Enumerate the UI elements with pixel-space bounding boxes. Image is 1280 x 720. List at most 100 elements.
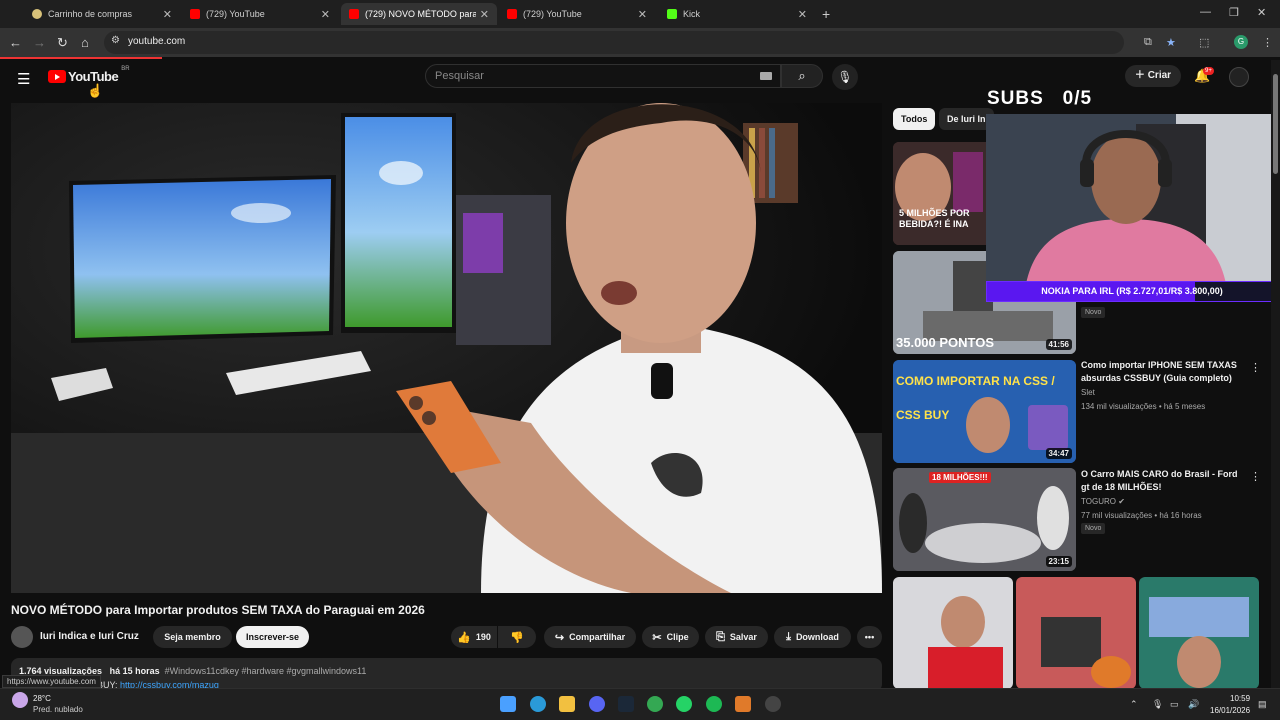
- shorts-thumbnail[interactable]: [1139, 577, 1259, 689]
- install-app-icon[interactable]: ⧉: [1144, 36, 1152, 49]
- edge-icon[interactable]: [530, 696, 546, 712]
- weather-description[interactable]: Pred. nublado: [33, 705, 83, 714]
- microphone-tray-icon[interactable]: 🎙: [1152, 699, 1163, 710]
- weather-temperature[interactable]: 28°C: [33, 694, 51, 703]
- spotify-icon[interactable]: [706, 696, 722, 712]
- clip-button[interactable]: ✂ Clipe: [642, 626, 699, 648]
- minimize-icon[interactable]: —: [1200, 6, 1211, 18]
- related-meta: 77 mil visualizações • há 16 horas: [1081, 511, 1202, 520]
- restore-icon[interactable]: ❐: [1229, 6, 1239, 19]
- related-thumbnail[interactable]: COMO IMPORTAR NA CSS / CSS BUY 34:47: [893, 360, 1076, 463]
- upload-age: há 15 horas: [109, 666, 160, 676]
- discord-icon[interactable]: [589, 696, 605, 712]
- search-input[interactable]: Pesquisar: [425, 64, 781, 88]
- browser-tab-active[interactable]: (729) NOVO MÉTODO para Imp ✕: [341, 3, 497, 25]
- tab-title: Kick: [683, 9, 701, 19]
- weather-icon[interactable]: [12, 692, 28, 708]
- file-explorer-icon[interactable]: [559, 696, 575, 712]
- steam-icon[interactable]: [618, 696, 634, 712]
- close-tab-icon[interactable]: ✕: [638, 8, 647, 21]
- voice-search-button[interactable]: 🎙: [832, 64, 858, 90]
- subscribe-button[interactable]: Inscrever-se: [236, 626, 309, 648]
- mouse-pointer-icon: ☝: [87, 83, 104, 98]
- address-bar[interactable]: ⚙ youtube.com: [104, 31, 1124, 54]
- donation-goal-text: NOKIA PARA IRL (R$ 2.727,01/R$ 3.800,00): [1041, 286, 1223, 296]
- related-video-title[interactable]: Como importar IPHONE SEM TAXAS absurdas …: [1081, 359, 1246, 385]
- create-label: Criar: [1147, 70, 1172, 81]
- page-scrollbar[interactable]: [1271, 60, 1280, 688]
- youtube-logo[interactable]: YouTube BR: [48, 66, 130, 84]
- browser-menu-icon[interactable]: ⋮: [1262, 36, 1273, 49]
- chip-todos[interactable]: Todos: [893, 108, 936, 130]
- home-icon[interactable]: ⌂: [81, 35, 89, 50]
- tray-overflow-icon[interactable]: ⌃: [1130, 699, 1138, 710]
- profile-avatar[interactable]: G: [1234, 35, 1248, 49]
- keyboard-icon[interactable]: [760, 72, 772, 80]
- bookmark-star-icon[interactable]: ★: [1166, 36, 1176, 49]
- shorts-thumbnail[interactable]: [1016, 577, 1136, 689]
- tab-title: (729) YouTube: [523, 9, 582, 19]
- download-button[interactable]: ⤓ Download: [774, 626, 851, 648]
- scrollbar-thumb[interactable]: [1273, 74, 1278, 174]
- clock-time[interactable]: 10:59: [1230, 694, 1250, 703]
- browser-tab-carrinho[interactable]: Carrinho de compras ✕: [24, 3, 180, 25]
- site-info-icon[interactable]: ⚙: [111, 35, 120, 46]
- hashtags[interactable]: #Windows11cdkey #hardware #gvgmallwindow…: [165, 666, 367, 676]
- thumbnail-caption: 5 MILHÕES POR BEBIDA?! É INA: [899, 208, 970, 229]
- search-button[interactable]: ⌕: [781, 64, 823, 88]
- shorts-thumbnail[interactable]: [893, 577, 1013, 689]
- create-button[interactable]: ＋ Criar: [1125, 65, 1181, 87]
- close-tab-icon[interactable]: ✕: [163, 8, 172, 21]
- browser-tab-youtube-1[interactable]: (729) YouTube ✕: [182, 3, 338, 25]
- user-avatar[interactable]: [1229, 67, 1249, 87]
- clock-date[interactable]: 16/01/2026: [1210, 706, 1250, 715]
- description-box[interactable]: 1.764 visualizações há 15 horas #Windows…: [11, 658, 882, 692]
- search-placeholder: Pesquisar: [435, 70, 484, 82]
- streamer-webcam: [986, 114, 1280, 284]
- share-button[interactable]: ↪ Compartilhar: [544, 626, 636, 648]
- extensions-icon[interactable]: ⬚: [1199, 36, 1209, 49]
- back-icon[interactable]: ←: [9, 35, 22, 50]
- forward-icon[interactable]: →: [33, 35, 46, 50]
- video-duration: 34:47: [1045, 448, 1072, 459]
- tab-title: Carrinho de compras: [48, 9, 133, 19]
- start-menu-icon[interactable]: [500, 696, 516, 712]
- notification-center-icon[interactable]: ▤: [1258, 699, 1267, 710]
- reload-icon[interactable]: ↻: [57, 35, 68, 51]
- app-icon[interactable]: [735, 696, 751, 712]
- close-window-icon[interactable]: ✕: [1257, 6, 1266, 19]
- more-vertical-icon[interactable]: ⋮: [1250, 361, 1261, 374]
- youtube-favicon-icon: [349, 9, 359, 19]
- related-thumbnail[interactable]: 18 MILHÕES!!! 23:15: [893, 468, 1076, 571]
- whatsapp-icon[interactable]: [676, 696, 692, 712]
- channel-avatar[interactable]: [11, 626, 33, 648]
- network-icon[interactable]: ▭: [1170, 699, 1179, 710]
- join-button[interactable]: Seja membro: [153, 626, 232, 648]
- close-tab-icon[interactable]: ✕: [480, 8, 489, 21]
- video-frame: [11, 103, 882, 593]
- hamburger-menu-icon[interactable]: ☰: [17, 70, 30, 88]
- related-channel[interactable]: Slet: [1081, 388, 1095, 397]
- channel-name[interactable]: Iuri Indica e Iuri Cruz: [40, 631, 139, 642]
- obs-icon[interactable]: [765, 696, 781, 712]
- download-label: Download: [795, 632, 839, 642]
- close-tab-icon[interactable]: ✕: [798, 8, 807, 21]
- browser-tab-youtube-2[interactable]: (729) YouTube ✕: [499, 3, 655, 25]
- like-button[interactable]: 👍 190: [451, 626, 497, 648]
- tab-title: (729) NOVO MÉTODO para Imp: [365, 9, 476, 19]
- save-button[interactable]: ⎘ Salvar: [705, 626, 768, 648]
- browser-tab-kick[interactable]: Kick ✕: [659, 3, 815, 25]
- more-horizontal-icon: •••: [864, 632, 875, 642]
- dislike-button[interactable]: 👎: [498, 626, 536, 648]
- video-player[interactable]: [11, 103, 882, 593]
- more-vertical-icon[interactable]: ⋮: [1250, 470, 1261, 483]
- related-channel[interactable]: TOGURO ✔: [1081, 497, 1125, 506]
- close-tab-icon[interactable]: ✕: [321, 8, 330, 21]
- thumbs-down-icon: 👎: [510, 631, 524, 644]
- related-video-title[interactable]: O Carro MAIS CARO do Brasil - Ford gt de…: [1081, 468, 1246, 494]
- volume-icon[interactable]: 🔊: [1188, 699, 1199, 710]
- more-actions-button[interactable]: •••: [857, 626, 882, 648]
- thumbs-up-icon: 👍: [457, 631, 471, 644]
- chrome-icon[interactable]: [647, 696, 663, 712]
- new-tab-icon[interactable]: +: [822, 6, 830, 22]
